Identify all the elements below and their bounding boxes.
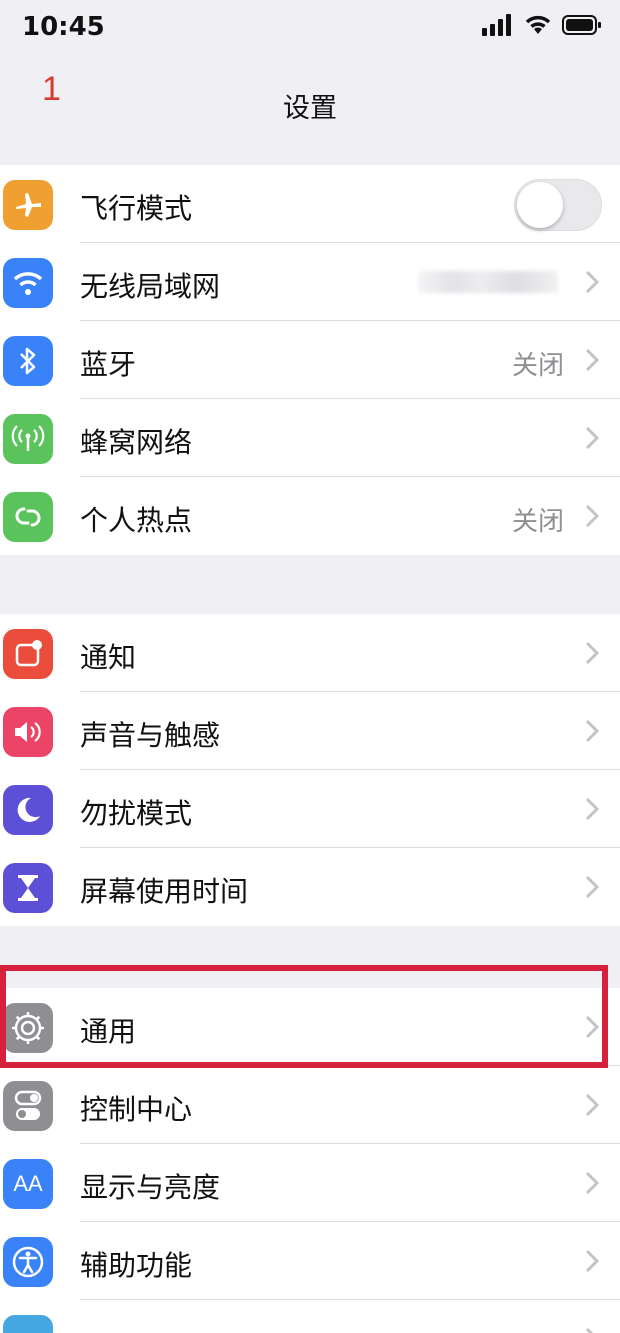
settings-group-notifications: 通知 声音与触感 勿扰模式 屏幕使用时间 — [0, 614, 620, 926]
accessibility-icon — [3, 1237, 53, 1287]
row-label: 屏幕使用时间 — [80, 875, 249, 908]
control-center-icon — [3, 1081, 53, 1131]
wifi-status-icon — [525, 15, 551, 34]
chevron-right-icon — [585, 504, 600, 528]
row-label: 通用 — [80, 1015, 137, 1048]
row-label: 个人热点 — [80, 504, 193, 537]
chevron-right-icon — [585, 1171, 600, 1195]
row-label: 蓝牙 — [80, 348, 137, 381]
hotspot-icon — [3, 492, 53, 542]
sound-icon — [3, 707, 53, 757]
row-label: 声音与触感 — [80, 719, 221, 752]
settings-row-screen-time[interactable]: 屏幕使用时间 — [0, 848, 620, 926]
hourglass-icon — [3, 863, 53, 913]
chevron-right-icon — [585, 719, 600, 743]
settings-row-partial[interactable] — [0, 1300, 620, 1333]
settings-row-cellular[interactable]: 蜂窝网络 — [0, 399, 620, 477]
airplane-icon — [3, 180, 53, 230]
row-label: 控制中心 — [80, 1093, 193, 1126]
row-label: 飞行模式 — [80, 192, 193, 225]
settings-row-notifications[interactable]: 通知 — [0, 614, 620, 692]
moon-icon — [3, 785, 53, 835]
chevron-right-icon — [585, 1015, 600, 1039]
display-icon-text: AA — [13, 1171, 43, 1196]
chevron-right-icon — [585, 270, 600, 294]
navigation-bar: 1 设置 — [0, 56, 620, 140]
settings-row-display-brightness[interactable]: AA 显示与亮度 — [0, 1144, 620, 1222]
status-bar: 10:45 — [0, 0, 620, 56]
settings-row-bluetooth[interactable]: 蓝牙 关闭 — [0, 321, 620, 399]
chevron-right-icon — [585, 426, 600, 450]
settings-row-do-not-disturb[interactable]: 勿扰模式 — [0, 770, 620, 848]
wifi-icon — [3, 258, 53, 308]
chevron-right-icon — [585, 348, 600, 372]
settings-row-accessibility[interactable]: 辅助功能 — [0, 1222, 620, 1300]
chevron-right-icon — [585, 797, 600, 821]
bluetooth-status-value: 关闭 — [511, 351, 564, 381]
signal-icon — [482, 14, 511, 36]
airplane-mode-toggle[interactable] — [514, 179, 602, 231]
settings-row-general[interactable]: 通用 — [0, 988, 620, 1066]
row-label: 勿扰模式 — [80, 797, 193, 830]
settings-row-sounds-haptics[interactable]: 声音与触感 — [0, 692, 620, 770]
status-time: 10:45 — [22, 12, 105, 42]
wlan-network-name-blurred — [418, 271, 558, 293]
settings-row-airplane-mode[interactable]: 飞行模式 — [0, 165, 620, 243]
notification-icon — [3, 629, 53, 679]
wallpaper-icon — [3, 1315, 53, 1333]
settings-group-system: 通用 控制中心 AA 显示与亮度 辅助功能 — [0, 988, 620, 1333]
chevron-right-icon — [585, 875, 600, 899]
hotspot-status-value: 关闭 — [511, 507, 564, 537]
settings-row-control-center[interactable]: 控制中心 — [0, 1066, 620, 1144]
chevron-right-icon — [585, 1249, 600, 1273]
battery-icon — [562, 15, 601, 35]
row-label: 显示与亮度 — [80, 1171, 221, 1204]
cellular-icon — [3, 414, 53, 464]
settings-row-personal-hotspot[interactable]: 个人热点 关闭 — [0, 477, 620, 555]
page-title: 设置 — [283, 93, 337, 124]
settings-group-connectivity: 飞行模式 无线局域网 蓝牙 关闭 蜂窝网络 个人热点 关闭 — [0, 165, 620, 555]
gear-icon — [3, 1003, 53, 1053]
row-label: 通知 — [80, 641, 137, 674]
row-label: 辅助功能 — [80, 1249, 193, 1282]
display-icon: AA — [3, 1159, 53, 1209]
chevron-right-icon — [585, 1093, 600, 1117]
row-label: 蜂窝网络 — [80, 426, 193, 459]
chevron-right-icon — [585, 1327, 594, 1333]
chevron-right-icon — [585, 641, 600, 665]
toggle-knob — [517, 182, 563, 228]
settings-row-wlan[interactable]: 无线局域网 — [0, 243, 620, 321]
bluetooth-icon — [3, 336, 53, 386]
row-label: 无线局域网 — [80, 270, 221, 303]
status-icons — [482, 14, 602, 36]
